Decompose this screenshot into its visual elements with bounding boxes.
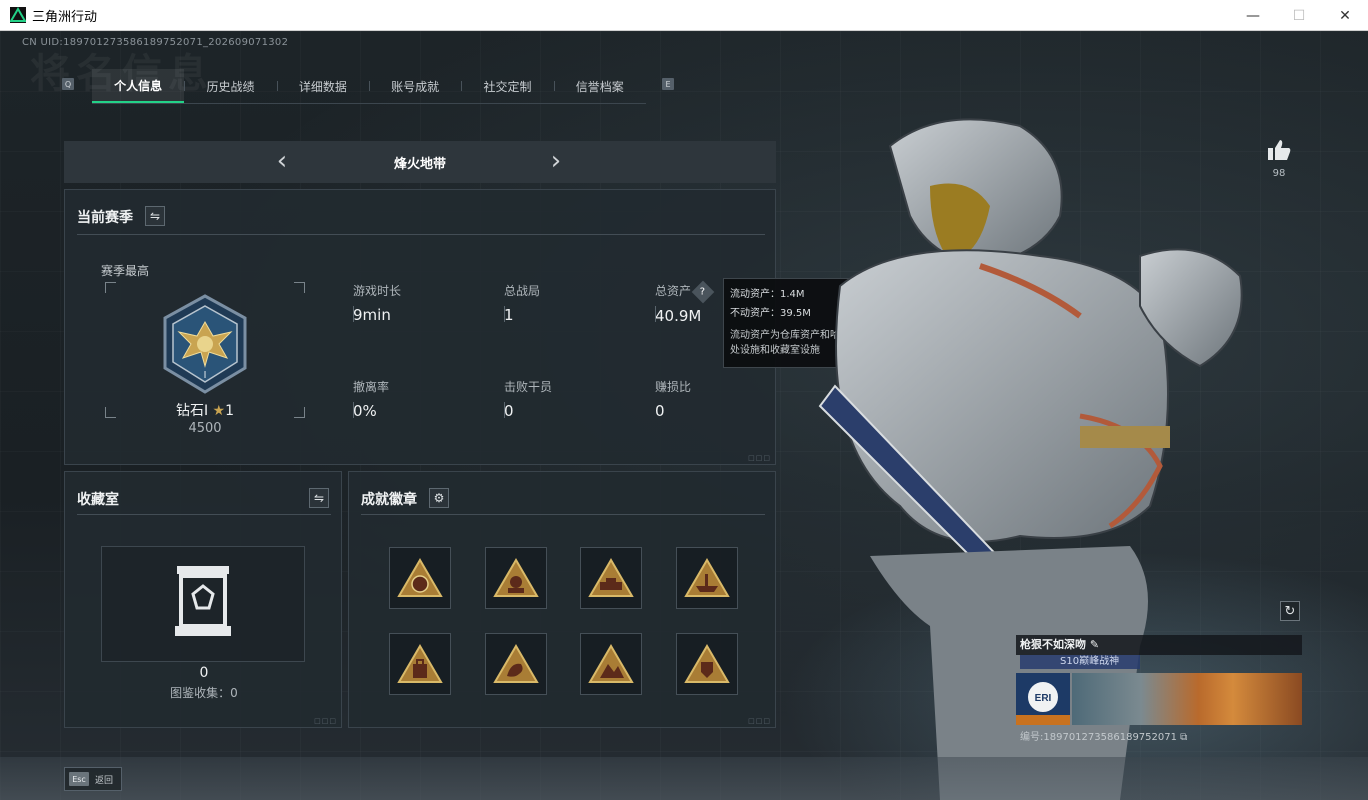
badge-vehicle[interactable] [580,547,642,609]
player-title: S10巅峰战神 [1020,655,1140,669]
collection-switch-button[interactable]: ⇋ [309,488,329,508]
mode-title: 烽火地带 [393,156,446,172]
tab-social[interactable]: 社交定制 [461,69,553,103]
tab-details[interactable]: 详细数据 [276,69,369,103]
season-title: 当前赛季 [77,210,133,226]
stat-profit-ratio: 赚损比 0 [655,380,692,420]
tab-credit[interactable]: 信誉档案 [553,69,646,103]
like-button[interactable]: 98 [1264,139,1294,179]
achievement-panel: 成就徽章 ⚙ □□□ [348,471,776,728]
eri-badge-icon [397,558,443,597]
player-id: 编号:189701273586189752071 ⧉ [1020,732,1188,743]
tab-next-key[interactable]: E [662,78,674,90]
close-button[interactable]: ✕ [1322,0,1368,31]
badge-operator[interactable] [485,547,547,609]
mode-next-button[interactable]: › [544,148,568,174]
tab-profile[interactable]: 个人信息 [92,69,185,103]
uid-label: CN UID:1897012735861897520​71_2026090713… [22,37,289,48]
rank-name: 钻石I ★1 [175,403,235,419]
refresh-button[interactable]: ↻ [1280,601,1300,621]
thumbs-up-icon [1268,140,1291,160]
badge-ship[interactable] [676,547,738,609]
season-divider [77,234,765,235]
ship-badge-icon [684,558,730,597]
tab-achievements[interactable]: 账号成就 [368,69,461,103]
maximize-button[interactable]: ☐ [1276,0,1322,31]
rank-score: 4500 [188,421,222,436]
switch-season-button[interactable]: ⇋ [145,206,165,226]
operator-badge-icon [493,558,539,597]
rank-stars: 1 [225,403,235,419]
collection-panel: 收藏室 ⇋ 0 图鉴收集：0 □□□ [64,471,342,728]
collection-count: 0 [199,665,209,681]
achievement-settings-button[interactable]: ⚙ [429,488,449,508]
help-icon[interactable]: ? [691,280,715,303]
shield-badge-icon [684,644,730,683]
stat-kills: 击败干员 0 [504,380,553,420]
player-card: 枪狠不如深吻 ✎ S10巅峰战神 ERI [1016,635,1302,725]
bottom-bar [0,757,1368,800]
badge-dragon[interactable] [485,633,547,695]
badge-map[interactable] [580,633,642,695]
season-panel: 当前赛季 ⇋ 赛季最高 I 钻石I ★1 4500 游戏时长 9min 总战局 [64,189,776,465]
achievement-title: 成就徽章 [361,492,417,508]
badge-eri[interactable] [389,547,451,609]
svg-text:I: I [204,370,207,381]
app-logo-icon [10,7,26,23]
back-button[interactable]: Esc 返回 [64,767,122,791]
vehicle-badge-icon [588,558,634,597]
like-count: 98 [1272,168,1286,179]
tab-prev-key[interactable]: Q [62,78,74,90]
badge-shield[interactable] [676,633,738,695]
window-titlebar: 三角洲行动 — ☐ ✕ [0,0,1368,31]
back-label: 返回 [95,775,114,786]
copy-icon[interactable]: ⧉ [1180,732,1187,743]
game-viewport: 将名信息 CN UID:1897012735861897520​71_20260… [0,31,1368,800]
esc-key: Esc [69,772,89,786]
dragon-badge-icon [493,644,539,683]
refresh-icon: ↻ [1284,603,1296,619]
player-name: 枪狠不如深吻 ✎ [1016,635,1302,655]
collection-divider [77,514,331,515]
minimize-button[interactable]: — [1230,0,1276,31]
badge-bag[interactable] [389,633,451,695]
stat-playtime: 游戏时长 9min [353,284,402,324]
showcase-icon[interactable] [173,564,233,638]
tab-bar: Q 个人信息 历史战绩 详细数据 账号成就 社交定制 信誉档案 E [62,69,680,104]
diamond-rank-icon: I [163,294,247,394]
panel-dots: □□□ [748,717,771,725]
map-badge-icon [588,644,634,683]
stat-total-matches: 总战局 1 [504,284,541,324]
svg-text:ERI: ERI [1035,693,1052,704]
edit-icon[interactable]: ✎ [1090,638,1099,651]
stat-extract-rate: 撤离率 0% [353,380,390,420]
window-title: 三角洲行动 [32,9,98,25]
season-best-label: 赛季最高 [101,264,150,278]
player-banner [1072,673,1302,725]
mode-selector: ‹ 烽火地带 › [64,141,776,183]
panel-dots: □□□ [748,454,771,462]
eri-emblem-icon: ERI [1016,673,1070,725]
mode-prev-button[interactable]: ‹ [270,148,294,174]
collection-label: 图鉴收集：0 [170,686,238,700]
bag-badge-icon [397,644,443,683]
panel-dots: □□□ [314,717,337,725]
collection-title: 收藏室 [77,492,119,508]
tab-history[interactable]: 历史战绩 [184,69,276,103]
achievement-divider [361,514,765,515]
